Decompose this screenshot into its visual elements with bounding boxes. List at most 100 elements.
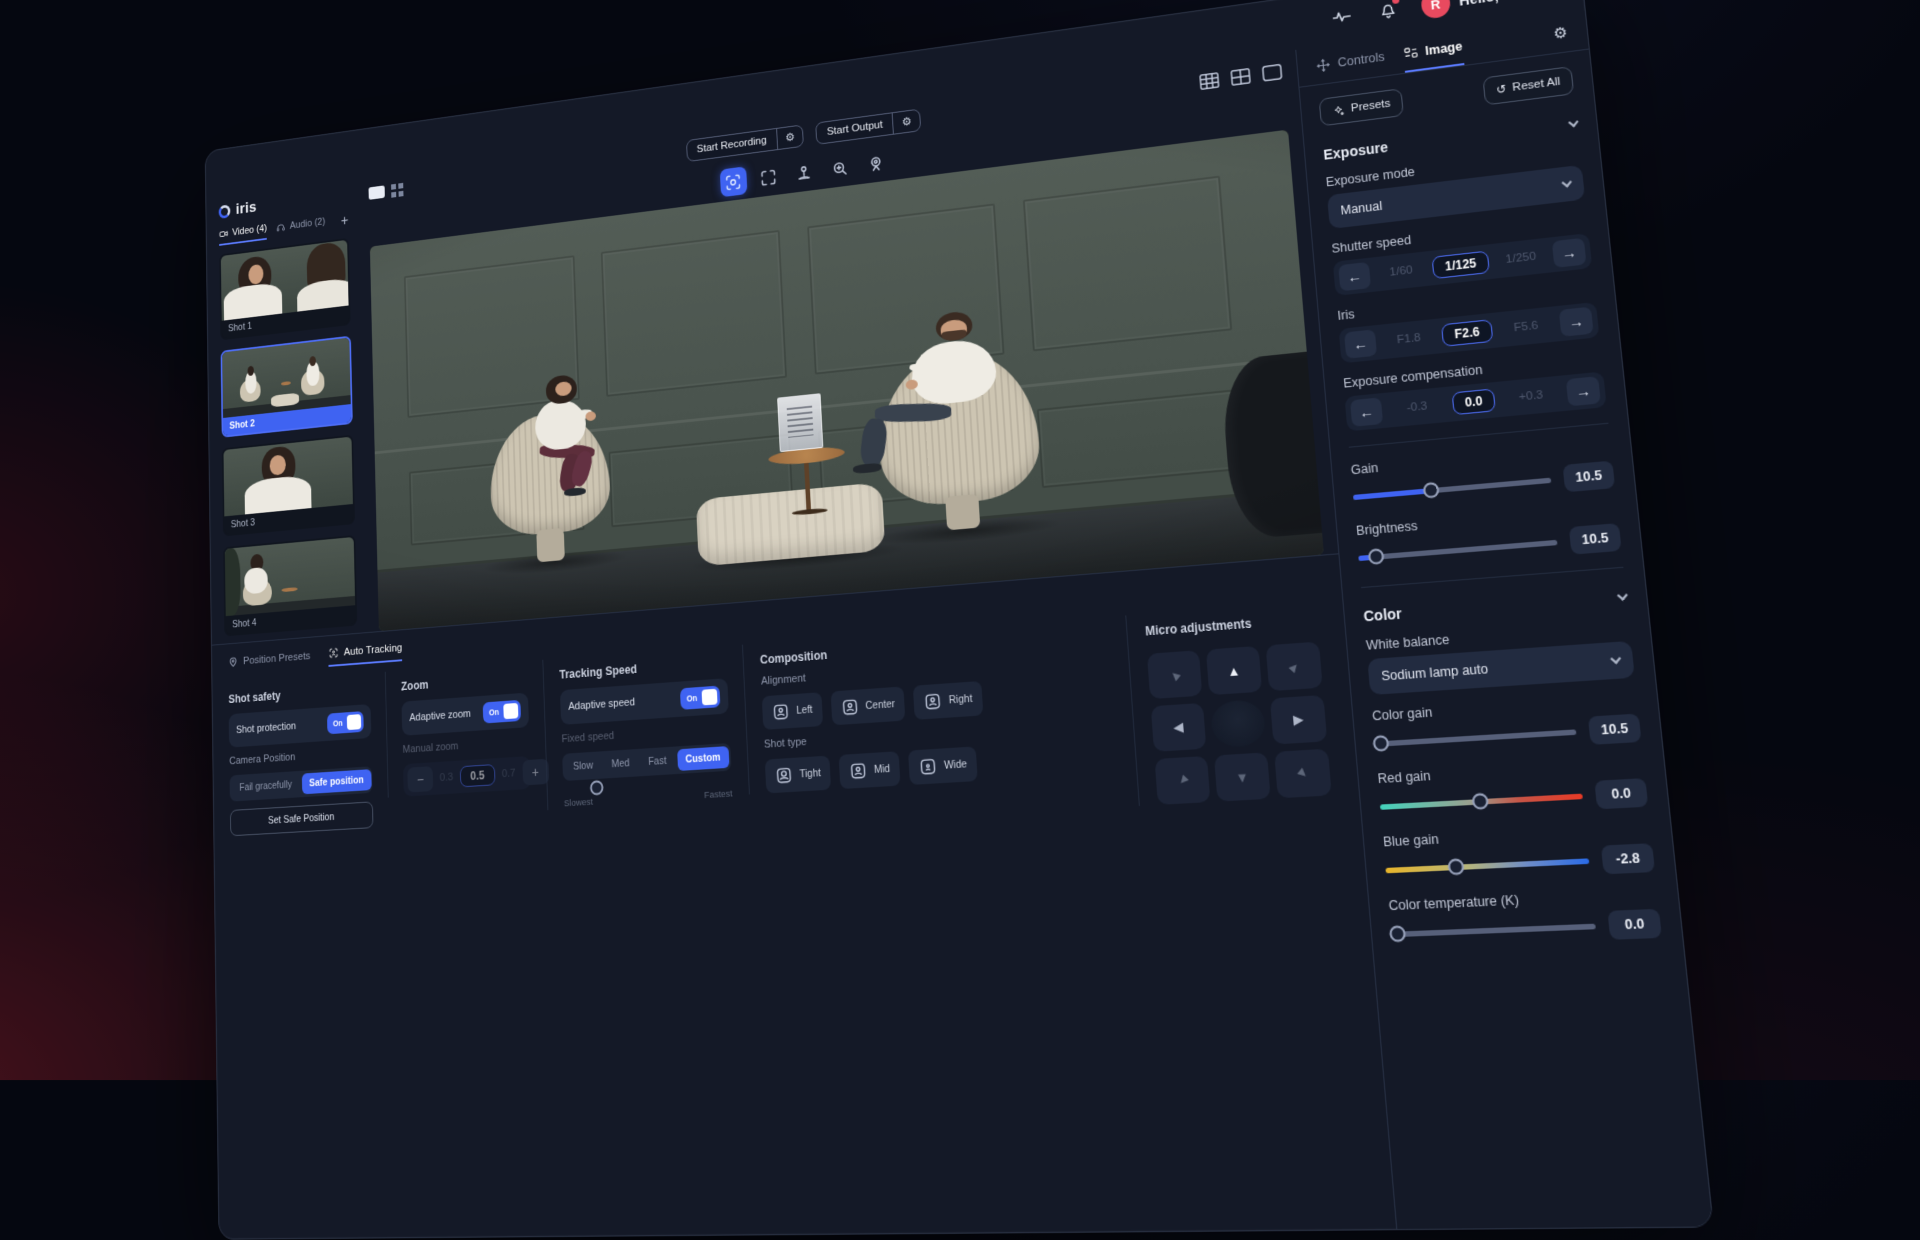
- gain-value: 10.5: [1563, 461, 1616, 493]
- tab-auto-tracking[interactable]: Auto Tracking: [328, 641, 402, 666]
- alignment-right-button[interactable]: Right: [913, 681, 983, 720]
- shot-type-tight-button[interactable]: Tight: [765, 756, 831, 794]
- nudge-right-button[interactable]: ▶: [1270, 695, 1327, 745]
- shutter-prev-button[interactable]: ←: [1338, 262, 1371, 291]
- shot-type-wide-button[interactable]: Wide: [908, 746, 978, 785]
- red-gain-slider-thumb[interactable]: [1471, 793, 1489, 810]
- triangle-down-icon: ▼: [1235, 769, 1249, 786]
- nudge-down-right-button[interactable]: ▲: [1274, 749, 1332, 799]
- exposure-section-title: Exposure: [1323, 139, 1389, 163]
- speed-med-button[interactable]: Med: [603, 752, 638, 776]
- shutter-next-button[interactable]: →: [1552, 238, 1587, 268]
- image-adjust-icon: [1402, 44, 1419, 61]
- nudge-down-button[interactable]: ▼: [1214, 752, 1271, 801]
- iris-prev-button[interactable]: ←: [1344, 329, 1377, 358]
- fixed-speed-label: Fixed speed: [561, 722, 729, 745]
- adaptive-zoom-label: Adaptive zoom: [409, 708, 471, 724]
- shot-3-card[interactable]: Shot 3: [222, 435, 355, 537]
- tracking-speed-slider-thumb[interactable]: [590, 780, 604, 795]
- iris-next-button[interactable]: →: [1559, 307, 1594, 337]
- dpad-center: [1210, 699, 1266, 748]
- zoom-minus-button[interactable]: −: [407, 766, 433, 792]
- speed-custom-button[interactable]: Custom: [677, 746, 729, 771]
- blue-gain-slider-thumb[interactable]: [1447, 858, 1465, 875]
- zoom-prev-value: 0.3: [440, 772, 454, 784]
- micro-adjustments-dpad: ▲ ▲ ▲ ◀ ▶ ▲ ▼ ▲: [1147, 642, 1332, 805]
- compensation-prev-value: -0.3: [1390, 399, 1445, 416]
- gain-slider-thumb[interactable]: [1423, 482, 1440, 499]
- compensation-prev-button[interactable]: ←: [1350, 397, 1383, 426]
- red-gain-slider[interactable]: [1380, 793, 1583, 809]
- panel-settings-gear-icon[interactable]: ⚙: [1553, 23, 1570, 53]
- tracking-speed-slider[interactable]: [563, 780, 731, 790]
- micro-adjustments-section: Micro adjustments ▲ ▲ ▲ ◀ ▶ ▲ ▼ ▲: [1125, 601, 1338, 806]
- nudge-up-right-button[interactable]: ▲: [1266, 642, 1323, 692]
- exposure-compensation-control: Exposure compensation ← -0.3 0.0 +0.3 →: [1343, 351, 1607, 432]
- color-temperature-slider-thumb[interactable]: [1388, 925, 1405, 942]
- active-source-icon[interactable]: [368, 185, 384, 199]
- blue-gain-slider[interactable]: [1385, 858, 1589, 873]
- white-balance-control: White balance Sodium lamp auto: [1365, 619, 1634, 695]
- nudge-left-button[interactable]: ◀: [1151, 703, 1207, 752]
- adaptive-speed-toggle[interactable]: On: [680, 686, 720, 710]
- color-collapse-chevron-icon[interactable]: [1617, 590, 1628, 601]
- shot-4-card[interactable]: Shot 4: [223, 535, 357, 636]
- speed-fast-button[interactable]: Fast: [640, 750, 675, 774]
- nudge-up-left-button[interactable]: ▲: [1147, 650, 1202, 699]
- iris-logo-icon: [219, 204, 231, 219]
- shot-protection-toggle[interactable]: On: [327, 711, 364, 734]
- fastest-label: Fastest: [704, 788, 733, 801]
- compensation-next-button[interactable]: →: [1566, 376, 1601, 406]
- person-frame-icon: [840, 697, 860, 718]
- activity-pulse-icon[interactable]: [1327, 3, 1355, 32]
- exposure-collapse-chevron-icon[interactable]: [1568, 117, 1578, 127]
- reset-all-button[interactable]: ↺ Reset All: [1482, 66, 1574, 105]
- nudge-down-left-button[interactable]: ▲: [1155, 756, 1211, 805]
- blue-gain-control: Blue gain -2.8: [1383, 821, 1656, 884]
- brightness-slider[interactable]: [1358, 539, 1557, 560]
- adaptive-zoom-toggle[interactable]: On: [483, 700, 521, 724]
- iris-next-value: F5.6: [1500, 318, 1552, 336]
- shot-2-card[interactable]: Shot 2: [221, 336, 353, 438]
- tracking-frame-icon: [723, 171, 742, 193]
- triangle-down-left-icon: ▲: [1173, 770, 1193, 791]
- single-view-layout-icon[interactable]: [1261, 63, 1284, 83]
- start-output-button[interactable]: Start Output ⚙: [816, 109, 922, 145]
- safe-position-button[interactable]: Safe position: [302, 769, 372, 794]
- auto-track-tool-button[interactable]: [719, 166, 747, 197]
- color-gain-slider-thumb[interactable]: [1372, 735, 1389, 752]
- presets-button[interactable]: Presets: [1319, 88, 1404, 126]
- nudge-up-button[interactable]: ▲: [1206, 646, 1262, 695]
- iris-current-value: F2.6: [1441, 319, 1493, 347]
- alignment-center-button[interactable]: Center: [830, 686, 905, 725]
- joystick-tool-button[interactable]: [790, 157, 818, 188]
- camera-tool-button[interactable]: [861, 148, 890, 180]
- compensation-next-value: +0.3: [1503, 387, 1559, 405]
- alignment-left-button[interactable]: Left: [762, 692, 823, 730]
- color-temperature-slider[interactable]: [1391, 923, 1596, 937]
- shot-1-card[interactable]: Shot 1: [219, 238, 350, 340]
- grid-2x2-layout-icon[interactable]: [1229, 67, 1252, 87]
- color-temperature-label: Color temperature (K): [1388, 886, 1658, 913]
- output-settings-gear-icon[interactable]: ⚙: [892, 110, 920, 134]
- zoom-tool-button[interactable]: [826, 152, 855, 183]
- grid-3x3-layout-icon[interactable]: [1198, 71, 1221, 91]
- fail-gracefully-button[interactable]: Fail gracefully: [232, 774, 300, 799]
- manual-zoom-stepper: − 0.3 0.5 0.7 +: [403, 756, 531, 797]
- triangle-down-right-icon: ▲: [1293, 763, 1314, 784]
- add-source-button[interactable]: +: [341, 214, 349, 229]
- shot-4-thumbnail: [225, 537, 355, 616]
- grid-sources-icon[interactable]: [391, 182, 403, 197]
- brightness-slider-thumb[interactable]: [1368, 548, 1385, 565]
- speed-slow-button[interactable]: Slow: [565, 754, 602, 778]
- zoom-title: Zoom: [401, 671, 528, 694]
- shot-type-mid-button[interactable]: Mid: [839, 751, 901, 789]
- color-gain-slider[interactable]: [1374, 729, 1576, 747]
- notifications-bell-icon[interactable]: [1374, 0, 1403, 25]
- tab-position-presets[interactable]: Position Presets: [228, 649, 311, 675]
- set-safe-position-button[interactable]: Set Safe Position: [230, 801, 373, 836]
- recording-settings-gear-icon[interactable]: ⚙: [776, 125, 803, 149]
- gain-slider[interactable]: [1353, 477, 1551, 499]
- zoom-plus-button[interactable]: +: [522, 759, 549, 786]
- select-area-tool-button[interactable]: [754, 162, 782, 193]
